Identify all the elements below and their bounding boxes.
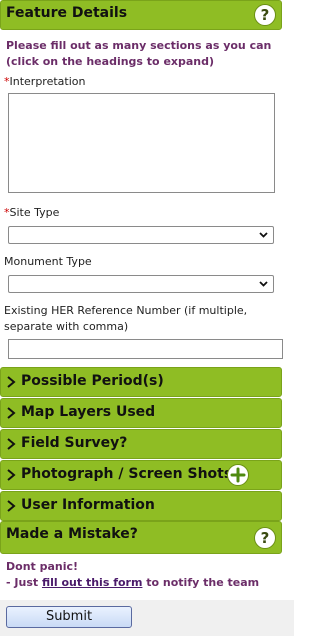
chevron-right-icon bbox=[7, 438, 16, 450]
section-label: Map Layers Used bbox=[21, 404, 156, 420]
feature-details-title: Feature Details bbox=[6, 5, 128, 21]
section-possible-periods[interactable]: Possible Period(s) bbox=[0, 367, 282, 397]
interpretation-label-text: Interpretation bbox=[9, 75, 86, 88]
mistake-text: Dont panic! - Just fill out this form to… bbox=[6, 559, 286, 591]
feature-details-header[interactable]: Feature Details ? bbox=[0, 0, 282, 30]
notify-suffix: to notify the team bbox=[142, 576, 260, 589]
interpretation-textarea[interactable] bbox=[8, 93, 275, 193]
her-reference-label: Existing HER Reference Number (if multip… bbox=[4, 304, 248, 333]
chevron-down-icon bbox=[259, 281, 268, 287]
chevron-right-icon bbox=[7, 469, 16, 481]
site-type-label: *Site Type bbox=[4, 206, 59, 219]
chevron-right-icon bbox=[7, 407, 16, 419]
feature-details-panel: Feature Details ? Please fill out as man… bbox=[0, 0, 286, 636]
dont-panic-text: Dont panic! bbox=[6, 560, 79, 573]
section-map-layers-used[interactable]: Map Layers Used bbox=[0, 398, 282, 428]
monument-type-select[interactable] bbox=[8, 275, 274, 293]
interpretation-label: *Interpretation bbox=[4, 75, 85, 88]
notify-team-line: - Just fill out this form to notify the … bbox=[6, 575, 286, 591]
section-label: Possible Period(s) bbox=[21, 373, 164, 389]
intro-text: Please fill out as many sections as you … bbox=[6, 39, 272, 68]
section-field-survey[interactable]: Field Survey? bbox=[0, 429, 282, 459]
monument-type-label: Monument Type bbox=[4, 255, 92, 268]
help-icon[interactable]: ? bbox=[254, 4, 276, 26]
chevron-right-icon bbox=[7, 376, 16, 388]
her-reference-input[interactable] bbox=[8, 339, 283, 359]
plus-icon[interactable] bbox=[227, 464, 249, 486]
section-photograph-screen-shots[interactable]: Photograph / Screen Shots bbox=[0, 460, 282, 490]
section-label: Photograph / Screen Shots bbox=[21, 466, 233, 482]
chevron-down-icon bbox=[259, 232, 268, 238]
section-label: Field Survey? bbox=[21, 435, 128, 451]
site-type-label-text: Site Type bbox=[9, 206, 60, 219]
submit-button[interactable]: Submit bbox=[6, 606, 132, 628]
site-type-select[interactable] bbox=[8, 226, 274, 244]
chevron-right-icon bbox=[7, 500, 16, 512]
fill-out-form-link[interactable]: fill out this form bbox=[42, 576, 142, 589]
made-a-mistake-header[interactable]: Made a Mistake? ? bbox=[0, 521, 282, 554]
notify-prefix: - Just bbox=[6, 576, 42, 589]
section-label: User Information bbox=[21, 497, 155, 513]
section-user-information[interactable]: User Information bbox=[0, 491, 282, 521]
help-icon[interactable]: ? bbox=[254, 527, 276, 549]
made-a-mistake-title: Made a Mistake? bbox=[6, 526, 138, 542]
